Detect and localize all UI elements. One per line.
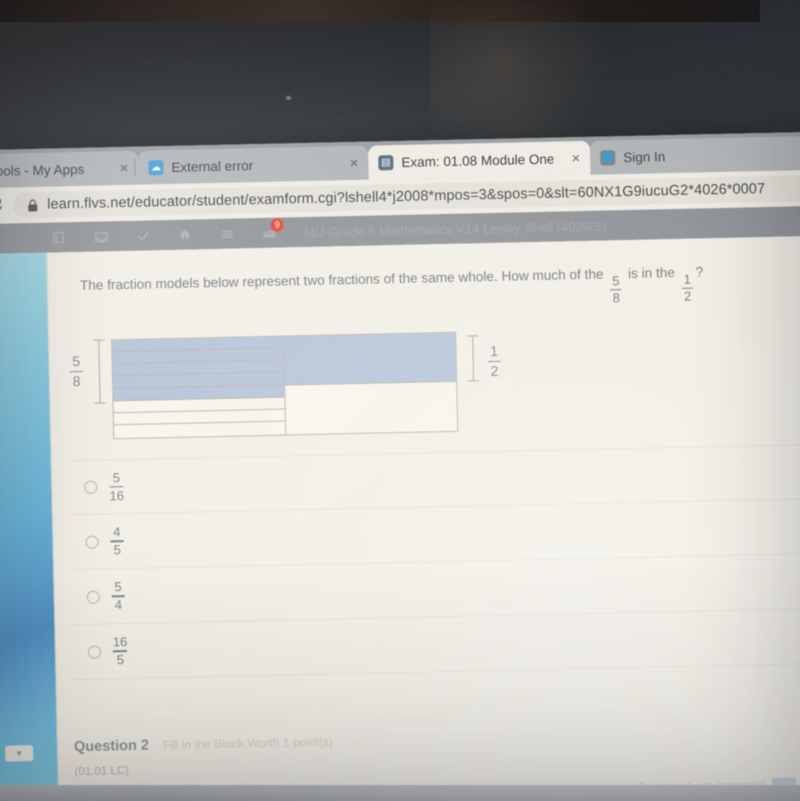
bezel-shadow bbox=[0, 0, 760, 22]
denominator: 2 bbox=[490, 362, 499, 379]
denominator: 5 bbox=[113, 542, 122, 558]
globe-icon: 🌐 bbox=[600, 149, 616, 166]
mail-icon[interactable]: 9 bbox=[248, 217, 291, 248]
fraction-model-diagram: 5 8 1 2 bbox=[69, 322, 531, 447]
numerator: 5 bbox=[114, 579, 122, 595]
bracket-stem bbox=[98, 339, 101, 404]
check-icon[interactable] bbox=[122, 220, 165, 251]
question-content-area: The fraction models below represent two … bbox=[46, 235, 800, 801]
grid-right-half-halves bbox=[283, 332, 458, 435]
grid-cell-eighth bbox=[114, 422, 285, 438]
denominator: 8 bbox=[612, 290, 621, 306]
fraction-grid bbox=[111, 331, 459, 440]
denominator: 8 bbox=[72, 372, 81, 390]
answer-radio-2[interactable] bbox=[85, 535, 99, 549]
webcam-indicator-icon bbox=[286, 96, 291, 100]
question-fraction-one-half: 1 2 bbox=[682, 272, 694, 304]
fraction-bar bbox=[487, 360, 501, 362]
answer-choice-list: 5 16 4 5 5 4 16 5 bbox=[67, 444, 800, 681]
numerator: 5 bbox=[612, 273, 620, 289]
grid-cell-half bbox=[283, 332, 457, 386]
denominator: 5 bbox=[116, 652, 125, 668]
book-icon[interactable] bbox=[38, 222, 81, 253]
tab-label: Schools - My Apps bbox=[0, 161, 85, 179]
bracket-five-eighths bbox=[93, 339, 106, 404]
question-fraction-five-eighths: 5 8 bbox=[610, 273, 622, 306]
question-text-part1: The fraction models below represent two … bbox=[79, 266, 604, 293]
cloud-icon: ☁ bbox=[148, 159, 164, 175]
next-question-hint: Fill in the Blank Worth 1 point(s) bbox=[162, 734, 333, 753]
browser-tab-schools[interactable]: Schools - My Apps × bbox=[0, 150, 139, 189]
answer-fraction-4: 16 5 bbox=[112, 634, 128, 668]
answer-radio-4[interactable] bbox=[87, 645, 102, 659]
denominator: 4 bbox=[114, 597, 123, 613]
denominator: 2 bbox=[683, 288, 692, 304]
question-text-part2: is in the bbox=[627, 265, 676, 282]
numerator: 16 bbox=[112, 634, 128, 650]
exam-page-body: ▼ The fraction models below represent tw… bbox=[0, 235, 800, 801]
numerator: 5 bbox=[72, 353, 81, 370]
bracket-cap-bottom bbox=[468, 379, 480, 382]
mail-badge: 9 bbox=[270, 218, 284, 232]
next-question-code: (01.01 LC) bbox=[74, 765, 130, 779]
tab-label: External error bbox=[171, 157, 254, 175]
menu-icon[interactable] bbox=[206, 218, 249, 249]
numerator: 5 bbox=[112, 469, 121, 486]
close-icon[interactable]: × bbox=[109, 159, 128, 176]
browser-tab-sign-in[interactable]: 🌐 Sign In bbox=[589, 135, 800, 175]
photo-of-screen: Schools - My Apps × ☁ External error × ▤… bbox=[0, 0, 800, 801]
answer-fraction-1: 5 16 bbox=[109, 469, 125, 503]
numerator: 1 bbox=[489, 342, 499, 360]
browser-tab-exam[interactable]: ▤ Exam: 01.08 Module One Practic × bbox=[367, 140, 591, 180]
next-question-title: Question 2 Fill in the Blank Worth 1 poi… bbox=[73, 723, 800, 756]
question-prompt: The fraction models below represent two … bbox=[80, 260, 794, 316]
answer-fraction-3: 54 bbox=[111, 579, 125, 613]
next-question-label: Question 2 bbox=[73, 737, 150, 756]
bracket-stem bbox=[472, 335, 475, 382]
bracket-cap-top bbox=[467, 335, 479, 337]
answer-fraction-2: 45 bbox=[110, 524, 124, 558]
inbox-icon[interactable] bbox=[80, 221, 123, 252]
close-icon[interactable]: × bbox=[339, 154, 358, 171]
course-title: M/J Grade 6 Mathematics V14 Lesley Shell… bbox=[303, 217, 607, 240]
grid-left-half-eighths bbox=[112, 336, 286, 439]
rail-collapse-icon[interactable]: ▼ bbox=[5, 745, 34, 762]
screen-bottom-edge bbox=[0, 785, 800, 801]
model-label-one-half: 1 2 bbox=[487, 342, 501, 379]
bracket-cap-top bbox=[93, 339, 105, 342]
exam-icon: ▤ bbox=[378, 154, 394, 170]
home-icon[interactable] bbox=[164, 219, 207, 250]
denominator: 16 bbox=[109, 487, 125, 503]
grid-cell-half bbox=[285, 381, 458, 433]
lock-icon bbox=[27, 198, 38, 211]
reload-icon[interactable] bbox=[0, 196, 5, 216]
fraction-bar bbox=[69, 370, 83, 373]
next-question-block: Question 2 Fill in the Blank Worth 1 poi… bbox=[73, 723, 800, 779]
bracket-cap-bottom bbox=[94, 402, 106, 404]
bracket-one-half bbox=[467, 335, 480, 382]
question-text-part3: ? bbox=[695, 264, 704, 280]
url-text: learn.flvs.net/educator/student/examform… bbox=[47, 181, 766, 213]
numerator: 4 bbox=[113, 524, 121, 540]
answer-radio-3[interactable] bbox=[86, 590, 100, 604]
tab-label: Exam: 01.08 Module One Practic bbox=[401, 151, 554, 170]
browser-tab-external-error[interactable]: ☁ External error × bbox=[138, 145, 369, 185]
model-label-five-eighths: 5 8 bbox=[69, 353, 83, 390]
close-icon[interactable]: × bbox=[561, 150, 580, 167]
answer-radio-1[interactable] bbox=[84, 480, 98, 494]
browser-window: Schools - My Apps × ☁ External error × ▤… bbox=[0, 131, 800, 801]
numerator: 1 bbox=[683, 272, 692, 288]
tab-label: Sign In bbox=[623, 148, 666, 165]
